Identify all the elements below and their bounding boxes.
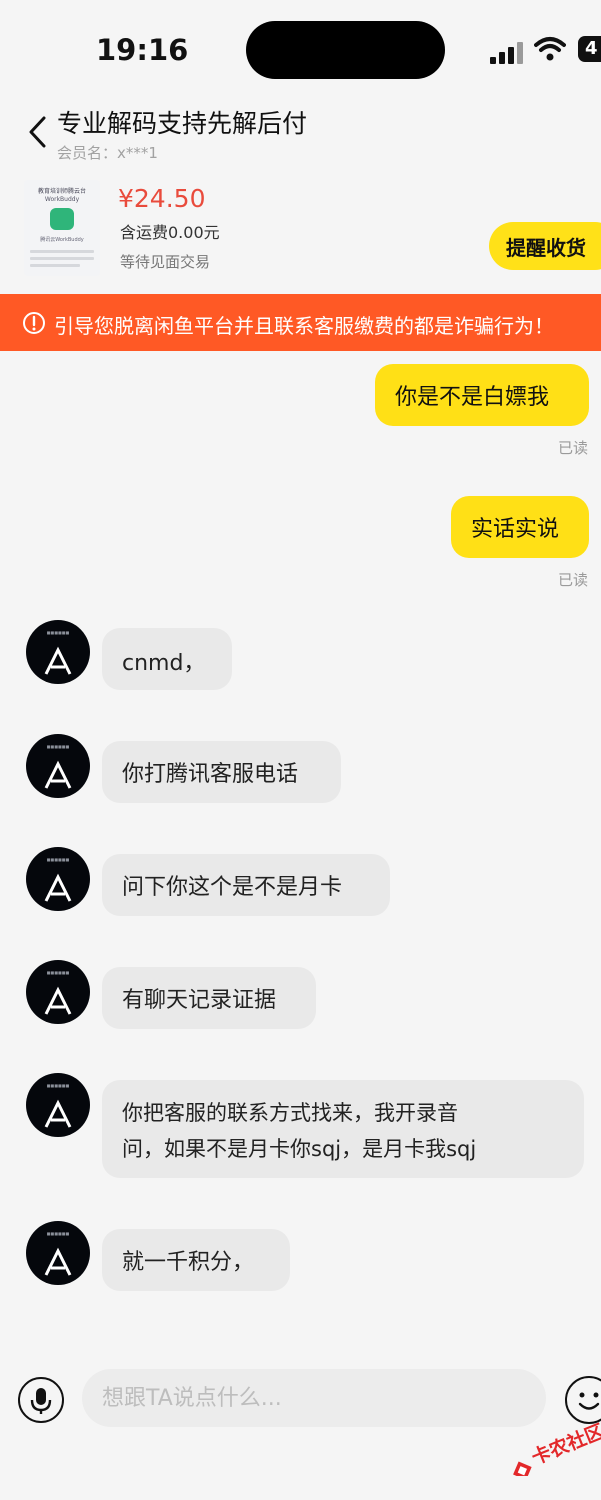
fraud-warning-banner: 引导您脱离闲鱼平台并且联系客服缴费的都是诈骗行为！ [0,294,601,351]
chat-title: 专业解码支持先解后付 [57,109,308,138]
thumbnail-caption: 腾讯云WorkBuddy [40,237,84,243]
svg-text:■■■■■■: ■■■■■■ [47,970,70,975]
signal-icon [490,40,524,64]
warning-icon [23,312,45,334]
read-receipt: 已读 [558,571,589,589]
message-text: 问下你这个是不是月卡 [122,875,343,900]
message-input[interactable] [82,1369,546,1427]
member-label: 会员名： [57,144,118,162]
warning-text: 引导您脱离闲鱼平台并且联系客服缴费的都是诈骗行为！ [54,314,554,338]
read-receipt: 已读 [558,439,589,457]
workbuddy-logo-icon [50,208,74,230]
contact-avatar[interactable]: ■■■■■■ [26,1073,90,1137]
message-text: 你打腾讯客服电话 [122,762,299,787]
message-text-line: 问，如果不是月卡你sqj，是月卡我sqj [122,1137,477,1161]
contact-avatar[interactable]: ■■■■■■ [26,960,90,1024]
emoji-button[interactable] [565,1376,601,1424]
svg-text:■■■■■■: ■■■■■■ [47,857,70,862]
status-bar: 19:16 4 [0,0,601,100]
message-text: cnmd， [122,651,206,676]
thumbnail-text-line [30,250,94,253]
kanong-watermark: 卡农社区 [513,1419,601,1476]
dynamic-island [246,21,445,79]
contact-avatar[interactable]: ■■■■■■ [26,734,90,798]
product-price: ¥24.50 [118,184,206,213]
thumbnail-text-line [30,264,80,267]
svg-text:■■■■■■: ■■■■■■ [47,744,70,749]
message-text: 就一千积分， [122,1250,255,1275]
member-name: x***1 [117,144,158,162]
smiley-icon [578,1392,600,1410]
message-bubble-incoming[interactable]: 你打腾讯客服电话 [102,741,341,803]
product-thumbnail[interactable]: 教育培训师腾云台 WorkBuddy 腾讯云WorkBuddy [24,180,100,276]
wifi-icon [534,37,566,61]
contact-avatar[interactable]: ■■■■■■ [26,847,90,911]
message-bubble-incoming[interactable]: 有聊天记录证据 [102,967,316,1029]
message-bubble-incoming[interactable]: 你把客服的联系方式找来，我开录音 问，如果不是月卡你sqj，是月卡我sqj [102,1080,584,1178]
message-text: 有聊天记录证据 [122,988,277,1013]
svg-text:■■■■■■: ■■■■■■ [47,1083,70,1088]
message-text: 你是不是白嫖我 [395,385,550,410]
message-bubble-incoming[interactable]: 问下你这个是不是月卡 [102,854,390,916]
message-text: 实话实说 [471,517,560,542]
message-bubble-incoming[interactable]: 就一千积分， [102,1229,290,1291]
message-text-line: 你把客服的联系方式找来，我开录音 [122,1101,458,1125]
member-info: 会员名：x***1 [57,142,158,163]
voice-input-button[interactable] [18,1377,64,1423]
trade-status: 等待见面交易 [120,253,211,271]
back-arrow-icon[interactable] [24,114,54,150]
contact-avatar[interactable]: ■■■■■■ [26,620,90,684]
contact-avatar[interactable]: ■■■■■■ [26,1221,90,1285]
battery-icon: 4 [578,36,601,62]
shipping-fee: 含运费0.00元 [120,223,220,242]
microphone-icon [30,1388,52,1414]
remind-receipt-button[interactable]: 提醒收货 [489,222,601,270]
watermark-text: 卡农社区 [528,1419,601,1469]
svg-text:■■■■■■: ■■■■■■ [47,1231,70,1236]
message-bubble-outgoing[interactable]: 实话实说 [451,496,589,558]
message-bubble-incoming[interactable]: cnmd， [102,628,232,690]
thumbnail-heading: 教育培训师腾云台 [37,188,86,195]
message-bubble-outgoing[interactable]: 你是不是白嫖我 [375,364,589,426]
thumbnail-brand: WorkBuddy [44,196,80,203]
thumbnail-text-line [30,257,94,260]
svg-text:■■■■■■: ■■■■■■ [47,630,70,635]
status-time: 19:16 [96,33,189,67]
